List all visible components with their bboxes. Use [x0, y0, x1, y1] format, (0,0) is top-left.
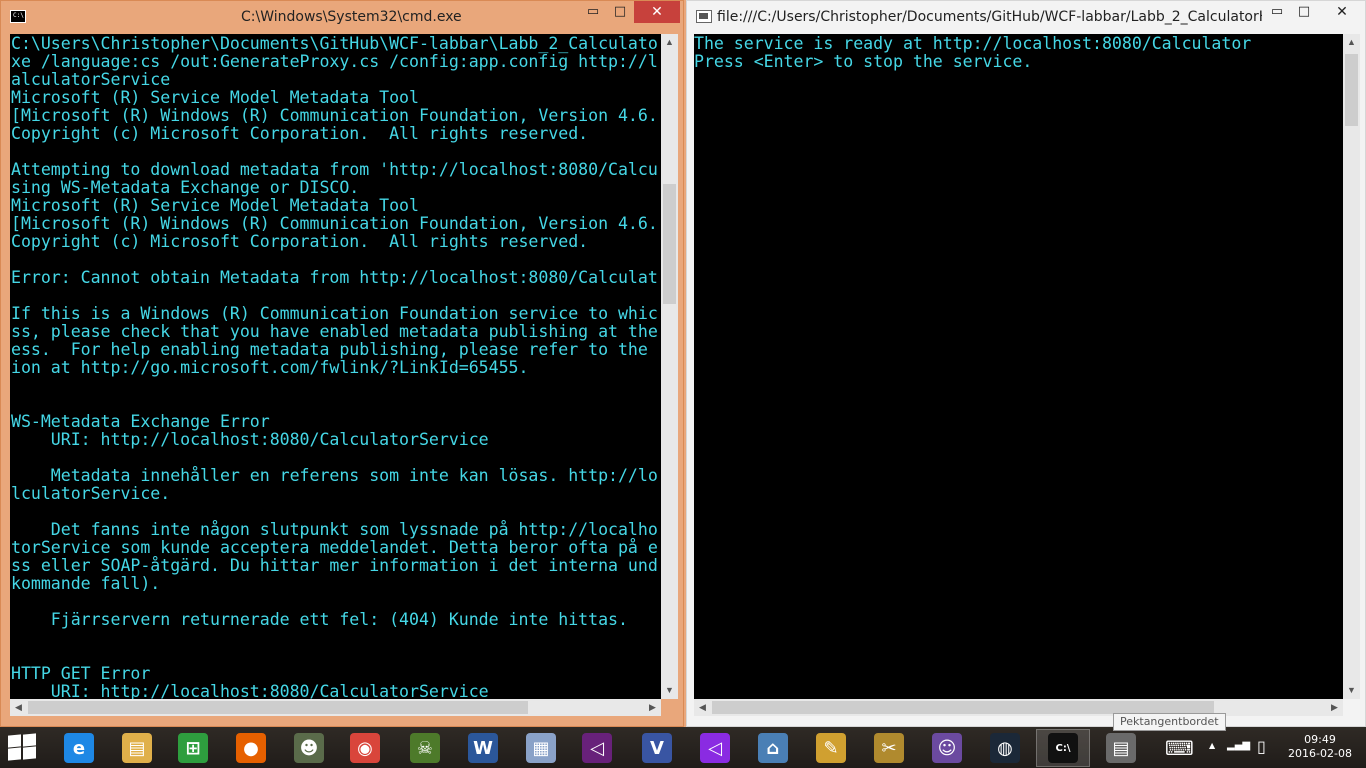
vertical-scrollbar[interactable]: ▲ ▼ — [661, 34, 678, 699]
chrome-icon: ◉ — [350, 733, 380, 763]
visio-icon: V — [642, 733, 672, 763]
scroll-left-icon[interactable]: ◀ — [694, 699, 711, 716]
taskbar-item[interactable]: ◁ — [688, 729, 742, 767]
visual-studio-icon: ◁ — [582, 733, 612, 763]
minimize-button[interactable]: ▭ — [580, 1, 606, 23]
vertical-scrollbar[interactable]: ▲ ▼ — [1343, 34, 1360, 699]
word-icon: W — [468, 733, 498, 763]
taskbar-item[interactable]: ⊞ — [166, 729, 220, 767]
service-console-output[interactable]: The service is ready at http://localhost… — [694, 34, 1343, 699]
scroll-right-icon[interactable]: ▶ — [1326, 699, 1343, 716]
taskbar-item[interactable]: C:\ — [1036, 729, 1090, 767]
taskbar-item[interactable]: ▤ — [110, 729, 164, 767]
taskbar-item[interactable]: ◁ — [570, 729, 624, 767]
taskbar-item[interactable]: ☠ — [398, 729, 452, 767]
taskbar-item[interactable]: e — [52, 729, 106, 767]
taskbar-item[interactable]: ◍ — [978, 729, 1032, 767]
taskbar-item[interactable]: ▤ — [1094, 729, 1148, 767]
clock-date: 2016-02-08 — [1288, 747, 1352, 760]
scroll-thumb[interactable] — [1345, 54, 1358, 126]
service-window-title: file:///C:/Users/Christopher/Documents/G… — [717, 9, 1262, 25]
scroll-right-icon[interactable]: ▶ — [644, 699, 661, 716]
scroll-thumb[interactable] — [663, 184, 676, 304]
cmd-window-title: C:\Windows\System32\cmd.exe — [241, 9, 462, 25]
cmd-titlebar[interactable]: C:\ C:\Windows\System32\cmd.exe ▭ □ ✕ — [1, 1, 683, 33]
cmd-window[interactable]: C:\ C:\Windows\System32\cmd.exe ▭ □ ✕ C:… — [0, 0, 684, 727]
visual-studio-2-icon: ◁ — [700, 733, 730, 763]
signal-icon[interactable]: ▂▄▆ — [1227, 740, 1250, 751]
clock-time: 09:49 — [1304, 733, 1336, 746]
chevron-up-icon[interactable]: ▲ — [1209, 741, 1215, 750]
horizontal-scrollbar[interactable]: ◀ ▶ — [10, 699, 661, 716]
scroll-down-icon[interactable]: ▼ — [1343, 682, 1360, 699]
scroll-left-icon[interactable]: ◀ — [10, 699, 27, 716]
cmd-console-output[interactable]: C:\Users\Christopher\Documents\GitHub\WC… — [10, 34, 661, 699]
taskbar: e ▤ ⊞ ● ☻ ◉ ☠ W ▦ ◁ V ◁ ⌂ ✎ ✂ ☺ ◍ C:\ ▤ ⌨ ▲ ▂▄▆ ▯ 09:49 20… — [0, 727, 1366, 768]
firefox-icon: ● — [236, 733, 266, 763]
console-text: The service is ready at http://localhost… — [694, 34, 1252, 71]
steam-icon: ◍ — [990, 733, 1020, 763]
taskbar-item[interactable]: ✂ — [862, 729, 916, 767]
taskbar-item[interactable]: ✎ — [804, 729, 858, 767]
scroll-thumb[interactable] — [28, 701, 528, 714]
halo-icon: ☻ — [294, 733, 324, 763]
taskbar-item[interactable]: ☺ — [920, 729, 974, 767]
cmd-taskbar-icon: C:\ — [1048, 733, 1078, 763]
clock[interactable]: 09:49 2016-02-08 — [1284, 733, 1356, 761]
taskbar-item[interactable]: ▦ — [514, 729, 568, 767]
store-icon: ⊞ — [178, 733, 208, 763]
service-host-window[interactable]: file:///C:/Users/Christopher/Documents/G… — [686, 0, 1366, 727]
github-icon: ☺ — [932, 733, 962, 763]
game-orc-icon: ☠ — [410, 733, 440, 763]
maximize-button[interactable]: □ — [1291, 1, 1317, 23]
tools-icon: ✂ — [874, 733, 904, 763]
taskbar-item[interactable]: V — [630, 729, 684, 767]
file-explorer-icon: ▤ — [122, 733, 152, 763]
close-button[interactable]: ✕ — [1319, 1, 1365, 23]
network-icon: ⌂ — [758, 733, 788, 763]
service-titlebar[interactable]: file:///C:/Users/Christopher/Documents/G… — [687, 1, 1365, 33]
tooltip: Pektangentbordet — [1113, 713, 1226, 731]
calculator-icon: ▦ — [526, 733, 556, 763]
taskbar-item[interactable]: ⌂ — [746, 729, 800, 767]
keyboard-icon[interactable]: ⌨ — [1165, 736, 1194, 760]
internet-explorer-icon: e — [64, 733, 94, 763]
start-button[interactable] — [8, 733, 38, 761]
maximize-button[interactable]: □ — [607, 1, 633, 23]
minimize-button[interactable]: ▭ — [1264, 1, 1290, 23]
close-button[interactable]: ✕ — [634, 1, 680, 23]
battery-icon[interactable]: ▯ — [1257, 737, 1266, 756]
scroll-up-icon[interactable]: ▲ — [661, 34, 678, 51]
taskbar-item[interactable]: ☻ — [282, 729, 336, 767]
taskbar-item[interactable]: ● — [224, 729, 278, 767]
scroll-down-icon[interactable]: ▼ — [661, 682, 678, 699]
console-text: C:\Users\Christopher\Documents\GitHub\WC… — [11, 34, 658, 700]
taskbar-item[interactable]: ◉ — [338, 729, 392, 767]
cmd-icon[interactable]: C:\ — [10, 10, 26, 23]
window-icon[interactable] — [696, 10, 712, 23]
taskbar-item[interactable]: W — [456, 729, 510, 767]
horizontal-scrollbar[interactable]: ◀ ▶ — [694, 699, 1343, 716]
paint-icon: ✎ — [816, 733, 846, 763]
reader-icon: ▤ — [1106, 733, 1136, 763]
scroll-up-icon[interactable]: ▲ — [1343, 34, 1360, 51]
